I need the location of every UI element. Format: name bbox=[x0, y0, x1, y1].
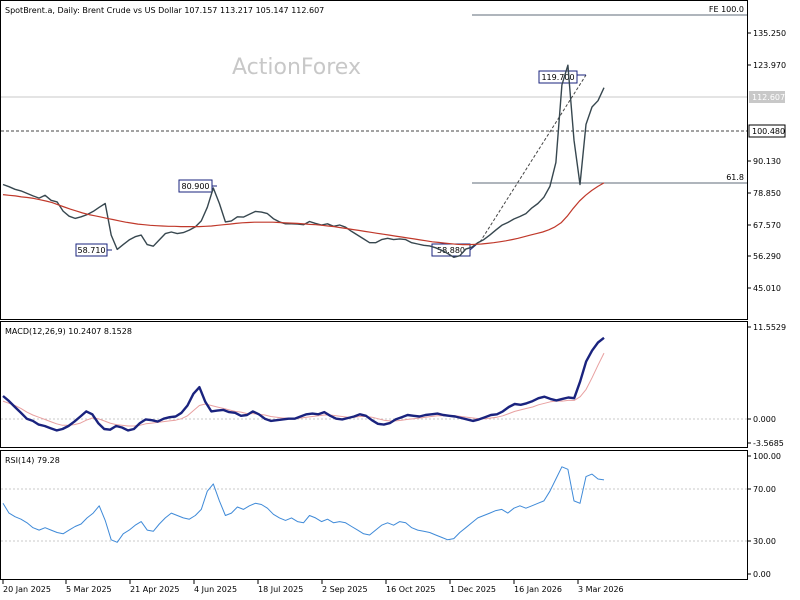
callout-mid-high-label: 80.900 bbox=[182, 182, 210, 191]
macd-tick-label: -3.5685 bbox=[753, 439, 784, 448]
time-tick-label: 20 Jan 2025 bbox=[3, 585, 51, 594]
callout-mid-high: 80.900 bbox=[178, 179, 217, 193]
price-tick-label: 123.970 bbox=[753, 61, 786, 70]
time-tick-label: 16 Jan 2026 bbox=[514, 585, 562, 594]
rsi-tick-label: 0.00 bbox=[753, 570, 771, 579]
level-price-tag-label: 100.480 bbox=[752, 127, 785, 136]
time-tick-label: 5 Mar 2025 bbox=[66, 585, 112, 594]
callout-low: 58.880 bbox=[431, 243, 478, 257]
rsi-title: RSI(14) 79.28 bbox=[5, 456, 60, 465]
time-tick-label: 1 Dec 2025 bbox=[450, 585, 496, 594]
watermark: ActionForex bbox=[232, 55, 361, 80]
current-price-tag-label: 112.607 bbox=[752, 93, 785, 102]
macd-title: MACD(12,26,9) 10.2407 8.1528 bbox=[5, 327, 132, 336]
price-axis: 135.250 123.970 90.130 78.850 67.570 56.… bbox=[747, 29, 786, 293]
price-tick-label: 135.250 bbox=[753, 29, 786, 38]
macd-tick-label: 11.5529 bbox=[753, 323, 786, 332]
price-tick-label: 67.570 bbox=[753, 221, 781, 230]
callout-mid-low: 58.710 bbox=[75, 243, 112, 257]
timeframe: Daily bbox=[57, 6, 78, 15]
rsi-tick-label: 70.00 bbox=[753, 485, 776, 494]
price-tick-label: 90.130 bbox=[753, 157, 781, 166]
price-panel bbox=[0, 0, 748, 320]
chart-header: SpotBrent.a, Daily: Brent Crude vs US Do… bbox=[5, 6, 324, 15]
fibo-100-label: FE 100.0 bbox=[709, 5, 744, 14]
fibo-618-label: 61.8 bbox=[726, 173, 744, 182]
time-tick-label: 2 Sep 2025 bbox=[322, 585, 368, 594]
ohlc-values: 107.157 113.217 105.147 112.607 bbox=[184, 6, 324, 15]
callout-mid-low-label: 58.710 bbox=[78, 246, 106, 255]
time-tick-label: 16 Oct 2025 bbox=[386, 585, 435, 594]
price-tick-label: 45.010 bbox=[753, 284, 781, 293]
price-tick-label: 56.290 bbox=[753, 252, 781, 261]
time-tick-label: 18 Jul 2025 bbox=[258, 585, 303, 594]
instrument-description: Brent Crude vs US Dollar bbox=[82, 6, 182, 15]
time-tick-label: 21 Apr 2025 bbox=[130, 585, 179, 594]
macd-tick-label: 0.000 bbox=[753, 415, 776, 424]
chart-window: ActionForex SpotBrent.a, Daily: Brent Cr… bbox=[0, 0, 786, 594]
time-tick-label: 3 Mar 2026 bbox=[578, 585, 624, 594]
time-tick-label: 4 Jun 2025 bbox=[194, 585, 237, 594]
rsi-tick-label: 30.00 bbox=[753, 537, 776, 546]
time-axis: 20 Jan 2025 5 Mar 2025 21 Apr 2025 4 Jun… bbox=[2, 580, 624, 594]
symbol: SpotBrent.a bbox=[5, 6, 52, 15]
price-tick-label: 78.850 bbox=[753, 189, 781, 198]
rsi-panel bbox=[0, 450, 748, 580]
rsi-tick-label: 100.00 bbox=[753, 452, 781, 461]
